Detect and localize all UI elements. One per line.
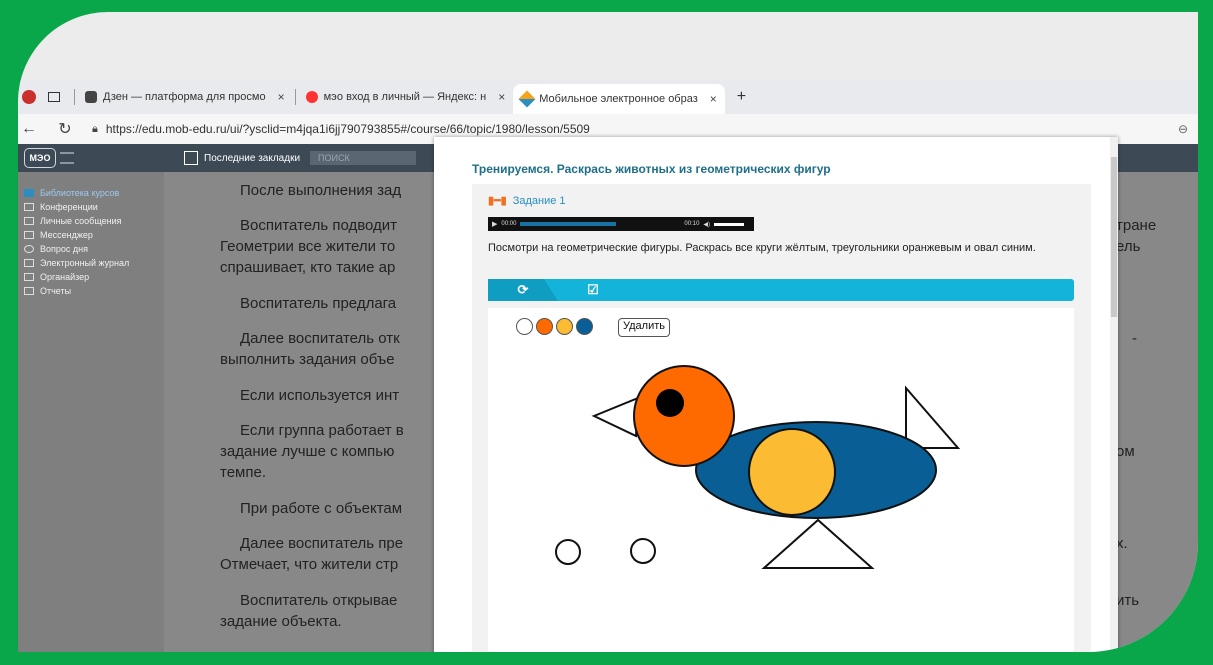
- video-icon: [24, 203, 34, 211]
- book-icon: [24, 189, 34, 197]
- lesson-text-fragment: -: [1132, 330, 1137, 347]
- new-tab-button[interactable]: +: [737, 88, 746, 106]
- checkbox-icon: ☑: [587, 282, 599, 297]
- chat-icon: [24, 231, 34, 239]
- sidebar-item-journal[interactable]: Электронный журнал: [18, 256, 164, 270]
- meo-logo[interactable]: МЭО: [24, 147, 84, 169]
- zoom-icon[interactable]: ⊖: [1178, 122, 1188, 136]
- journal-icon: [24, 259, 34, 267]
- lesson-text-fragment: ом: [1116, 443, 1135, 460]
- tab-label: Мобильное электронное образ: [539, 93, 698, 105]
- question-icon: [24, 245, 34, 253]
- legs-triangle[interactable]: [761, 518, 875, 569]
- report-icon: [24, 287, 34, 295]
- lesson-text-fragment: тране: [1116, 217, 1157, 234]
- task-toolbar: ⟳ ☑: [488, 279, 1074, 301]
- sidebar-item-organizer[interactable]: Органайзер: [18, 270, 164, 284]
- tab-meo[interactable]: Мобильное электронное образ ×: [513, 84, 725, 114]
- sidebar-item-label: Электронный журнал: [40, 258, 130, 268]
- check-button[interactable]: ☑: [558, 279, 628, 301]
- tab-yandex[interactable]: мэо вход в личный — Яндекс: н ×: [298, 84, 514, 110]
- reset-button[interactable]: ⟳: [488, 279, 558, 301]
- logo-hexagon-icon: МЭО: [24, 148, 56, 168]
- empty-circle-2[interactable]: [630, 538, 656, 564]
- browser-window: Дзен — платформа для просмо × мэо вход в…: [18, 12, 1198, 652]
- dzen-icon: [85, 91, 97, 103]
- sidebar-item-question[interactable]: Вопрос дня: [18, 242, 164, 256]
- audio-current-time: 00:00: [501, 221, 517, 227]
- meo-icon: [518, 90, 536, 108]
- dumbbell-icon: ▮━▮: [488, 195, 507, 207]
- exercise-dialog: Тренируемся. Раскрась животных из геомет…: [434, 137, 1118, 652]
- green-frame: Дзен — платформа для просмо × мэо вход в…: [0, 0, 1213, 665]
- close-icon[interactable]: ×: [498, 90, 505, 104]
- sidebar-item-label: Вопрос дня: [40, 244, 88, 254]
- audio-duration: 00:10: [684, 221, 700, 227]
- eye-circle[interactable]: [656, 389, 684, 417]
- calendar-icon: [24, 273, 34, 281]
- dialog-scrollbar[interactable]: [1110, 137, 1118, 652]
- sidebar-item-label: Мессенджер: [40, 230, 93, 240]
- sidebar: Библиотека курсов Конференции Личные соо…: [18, 172, 164, 652]
- head-circle[interactable]: [633, 365, 735, 467]
- beak-triangle[interactable]: [591, 396, 640, 438]
- lesson-text-fragment: ель: [1116, 238, 1141, 255]
- logo-lines-icon: [60, 152, 74, 164]
- empty-circle-1[interactable]: [555, 539, 581, 565]
- bookmark-icon[interactable]: [184, 151, 198, 165]
- tab-bar: Дзен — платформа для просмо × мэо вход в…: [18, 80, 1198, 114]
- task-label: Задание 1: [512, 194, 566, 207]
- yandex-icon: [305, 91, 318, 103]
- tab-label: мэо вход в личный — Яндекс: н: [323, 91, 487, 103]
- sidebar-item-label: Органайзер: [40, 272, 90, 282]
- sidebar-item-label: Отчеты: [40, 286, 72, 296]
- reload-icon[interactable]: ↻: [54, 119, 76, 139]
- search-input[interactable]: ПОИСК: [310, 151, 417, 165]
- sidebar-item-library[interactable]: Библиотека курсов: [18, 186, 164, 200]
- task-panel: ▮━▮ Задание 1 ▶ 00:00 00:10 ◀) Посмотри …: [472, 184, 1091, 652]
- back-icon[interactable]: ←: [18, 120, 40, 138]
- close-icon[interactable]: ×: [278, 90, 285, 104]
- play-icon[interactable]: ▶: [492, 220, 497, 228]
- sidebar-item-label: Личные сообщения: [40, 216, 122, 226]
- audio-progress-bar[interactable]: [520, 222, 617, 226]
- sidebar-item-messenger[interactable]: Мессенджер: [18, 228, 164, 242]
- bookmarks-label[interactable]: Последние закладки: [204, 153, 300, 164]
- belly-circle[interactable]: [748, 428, 836, 516]
- scrollbar-thumb[interactable]: [1111, 157, 1117, 317]
- refresh-icon: ⟳: [517, 282, 529, 297]
- sidebar-item-label: Конференции: [40, 202, 98, 212]
- tab-label: Дзен — платформа для просмо: [103, 91, 266, 103]
- sidebar-item-messages[interactable]: Личные сообщения: [18, 214, 164, 228]
- volume-icon[interactable]: ◀): [703, 221, 710, 228]
- audio-player: ▶ 00:00 00:10 ◀): [488, 217, 754, 231]
- task-instruction: Посмотри на геометрические фигуры. Раскр…: [488, 242, 1036, 254]
- close-icon[interactable]: ×: [710, 92, 717, 106]
- task-header: ▮━▮ Задание 1: [488, 194, 566, 208]
- sidebar-item-reports[interactable]: Отчеты: [18, 284, 164, 298]
- screenshot-area: Дзен — платформа для просмо × мэо вход в…: [18, 12, 1198, 652]
- drawing-canvas[interactable]: Удалить: [488, 308, 1074, 652]
- lesson-text-fragment: ить: [1116, 592, 1140, 609]
- lock-icon[interactable]: 🔒︎: [92, 123, 98, 136]
- mail-icon: [24, 217, 34, 225]
- volume-slider[interactable]: [714, 222, 745, 226]
- profile-icon[interactable]: [22, 90, 36, 104]
- tab-dzen[interactable]: Дзен — платформа для просмо ×: [77, 84, 293, 110]
- url-field[interactable]: https://edu.mob-edu.ru/ui/?ysclid=m4jqa1…: [106, 122, 590, 136]
- tab-actions-icon[interactable]: [48, 92, 60, 102]
- bird-picture: [555, 365, 961, 569]
- tail-triangle[interactable]: [905, 385, 961, 449]
- sidebar-item-conferences[interactable]: Конференции: [18, 200, 164, 214]
- sidebar-item-label: Библиотека курсов: [40, 188, 120, 198]
- dialog-title: Тренируемся. Раскрась животных из геомет…: [472, 162, 831, 176]
